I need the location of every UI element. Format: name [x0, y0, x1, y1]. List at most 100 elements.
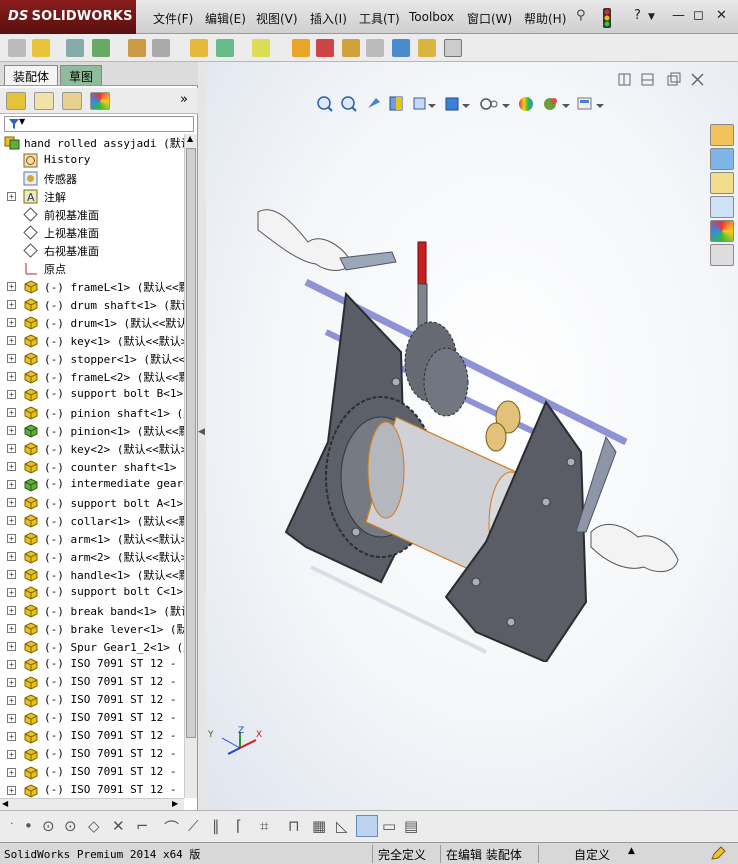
appearances-icon[interactable] — [710, 220, 734, 242]
dimension-icon[interactable]: ⊓ — [288, 817, 300, 835]
corner-icon[interactable]: ⌗ — [260, 817, 268, 835]
clip-icon[interactable] — [66, 39, 84, 57]
tree-item[interactable]: + (-) break band<1> (默认 — [0, 602, 184, 620]
tree-scrollbar[interactable]: ▲ — [184, 134, 197, 798]
tree-item[interactable]: 上视基准面 — [0, 224, 184, 242]
expand-icon[interactable]: + — [7, 444, 16, 453]
tree-item[interactable]: + (-) counter shaft<1> (默 — [0, 458, 184, 476]
new-icon[interactable] — [8, 39, 26, 57]
tree-item[interactable]: + (-) support bolt A<1> (默 — [0, 494, 184, 512]
trim-icon[interactable]: ⌐ — [136, 817, 149, 835]
chevron-up-icon[interactable]: ▲ — [628, 846, 635, 856]
tree-item[interactable]: + (-) drum shaft<1> (默认 — [0, 296, 184, 314]
menu-file[interactable]: 文件(F) — [153, 10, 193, 27]
tab-assembly[interactable]: 装配体 — [4, 65, 59, 85]
point-icon[interactable]: · — [10, 817, 14, 830]
expand-icon[interactable]: + — [7, 642, 16, 651]
tree-item[interactable]: + (-) key<2> (默认<<默认> — [0, 440, 184, 458]
panel-splitter[interactable]: ◀ — [198, 62, 206, 810]
dot-icon[interactable]: • — [24, 817, 33, 835]
expand-icon[interactable]: + — [7, 552, 16, 561]
tree-item[interactable]: History — [0, 152, 184, 170]
table-icon[interactable]: ▤ — [404, 817, 418, 835]
tree-item[interactable]: 前视基准面 — [0, 206, 184, 224]
gear-icon[interactable] — [292, 39, 310, 57]
menu-toolbox[interactable]: Toolbox — [409, 10, 454, 24]
expand-icon[interactable]: + — [7, 300, 16, 309]
expand-icon[interactable]: + — [7, 624, 16, 633]
tree-item[interactable]: + (-) drum<1> (默认<<默认 — [0, 314, 184, 332]
expand-icon[interactable]: + — [7, 768, 16, 777]
tree-item[interactable]: + (-) Spur Gear1_2<1> (默 — [0, 638, 184, 656]
expand-icon[interactable]: + — [7, 354, 16, 363]
center-point-icon[interactable]: ⊙ — [64, 817, 77, 835]
tree-root[interactable]: hand rolled assyjadi (默认 — [0, 134, 184, 152]
winch-assembly-model[interactable] — [246, 202, 686, 662]
chevron-down-icon[interactable]: ▼ — [648, 12, 655, 22]
scroll-right-icon[interactable]: ▶ — [172, 799, 178, 808]
tree-item[interactable]: + (-) key<1> (默认<<默认> — [0, 332, 184, 350]
expand-icon[interactable]: + — [7, 480, 16, 489]
tree-item[interactable]: + (-) ISO 7091 ST 12 - 10 — [0, 674, 184, 692]
help-icon[interactable]: ? — [634, 8, 641, 23]
traffic-light-icon[interactable] — [602, 8, 612, 28]
cross-icon[interactable]: ✕ — [112, 817, 125, 835]
menu-help[interactable]: 帮助(H) — [524, 10, 566, 27]
viewport-controls[interactable] — [618, 72, 734, 88]
expand-icon[interactable]: + — [7, 606, 16, 615]
undo-icon[interactable] — [152, 39, 170, 57]
smart-fastener-icon[interactable] — [252, 39, 270, 57]
configuration-manager-icon[interactable] — [62, 92, 82, 110]
graphics-area[interactable]: Y X Z — [206, 62, 738, 810]
line-icon[interactable]: ⟋ — [188, 817, 199, 835]
pencil-icon[interactable] — [710, 846, 726, 861]
minimize-button[interactable]: — — [672, 8, 685, 23]
tree-item[interactable]: + (-) ISO 7091 ST 12 - 10 — [0, 728, 184, 746]
expand-icon[interactable]: + — [7, 714, 16, 723]
tree-item[interactable]: + (-) brake lever<1> (默认 — [0, 620, 184, 638]
menu-edit[interactable]: 编辑(E) — [205, 10, 246, 27]
custom-properties-icon[interactable] — [710, 244, 734, 266]
expand-panel-icon[interactable]: » — [180, 92, 188, 107]
scroll-thumb[interactable] — [186, 148, 196, 738]
expand-icon[interactable]: + — [7, 372, 16, 381]
file-explorer-icon[interactable] — [710, 172, 734, 194]
horizontal-scrollbar[interactable]: ◀ ▶ — [0, 798, 184, 810]
parallel-icon[interactable]: ∥ — [212, 817, 220, 835]
units-status[interactable]: 自定义 — [574, 846, 610, 863]
scroll-up-icon[interactable]: ▲ — [187, 134, 193, 143]
window-layout-icon[interactable]: ▭ — [382, 817, 396, 835]
tree-item[interactable]: 右视基准面 — [0, 242, 184, 260]
tree-item[interactable]: + (-) ISO 7091 ST 12 - 10 — [0, 692, 184, 710]
rectangle-icon[interactable]: ◇ — [88, 817, 100, 835]
tree-item[interactable]: + (-) ISO 7091 ST 12 - 10 — [0, 746, 184, 764]
expand-icon[interactable]: + — [7, 318, 16, 327]
cube-view-button[interactable] — [356, 815, 378, 837]
perpendicular-icon[interactable]: ⌈ — [236, 817, 242, 835]
move-component-icon[interactable] — [366, 39, 384, 57]
triangle-icon[interactable]: ◺ — [336, 817, 348, 835]
home-icon[interactable] — [710, 124, 734, 146]
tree-item[interactable]: + (-) support bolt C<1> ( — [0, 584, 184, 602]
tree-item[interactable]: + (-) ISO 7091 ST 12 - 10 — [0, 710, 184, 728]
tab-drawing[interactable]: 草图 — [60, 65, 103, 85]
window-icon[interactable] — [444, 39, 462, 57]
tree-item[interactable]: + (-) collar<1> (默认<<默 — [0, 512, 184, 530]
tree-item[interactable]: + (-) intermediate gear<1> — [0, 476, 184, 494]
scroll-left-icon[interactable]: ◀ — [2, 799, 8, 808]
property-manager-icon[interactable] — [34, 92, 54, 110]
solidworks-logo[interactable]: DS SOLIDWORKS — [0, 0, 136, 34]
tree-item[interactable]: + (-) arm<1> (默认<<默认> — [0, 530, 184, 548]
expand-icon[interactable]: + — [7, 732, 16, 741]
design-library-icon[interactable] — [710, 148, 734, 170]
options-icon[interactable] — [216, 39, 234, 57]
tree-item[interactable]: + (-) pinion shaft<1> (默 — [0, 404, 184, 422]
expand-icon[interactable]: + — [7, 588, 16, 597]
restore-button[interactable]: ◻ — [693, 8, 704, 23]
chevron-down-icon[interactable]: ▼ — [19, 117, 25, 126]
expand-icon[interactable]: + — [7, 660, 16, 669]
mate-icon[interactable] — [342, 39, 360, 57]
menu-insert[interactable]: 插入(I) — [310, 10, 347, 27]
open-icon[interactable] — [32, 39, 50, 57]
exploded-view-icon[interactable] — [392, 39, 410, 57]
